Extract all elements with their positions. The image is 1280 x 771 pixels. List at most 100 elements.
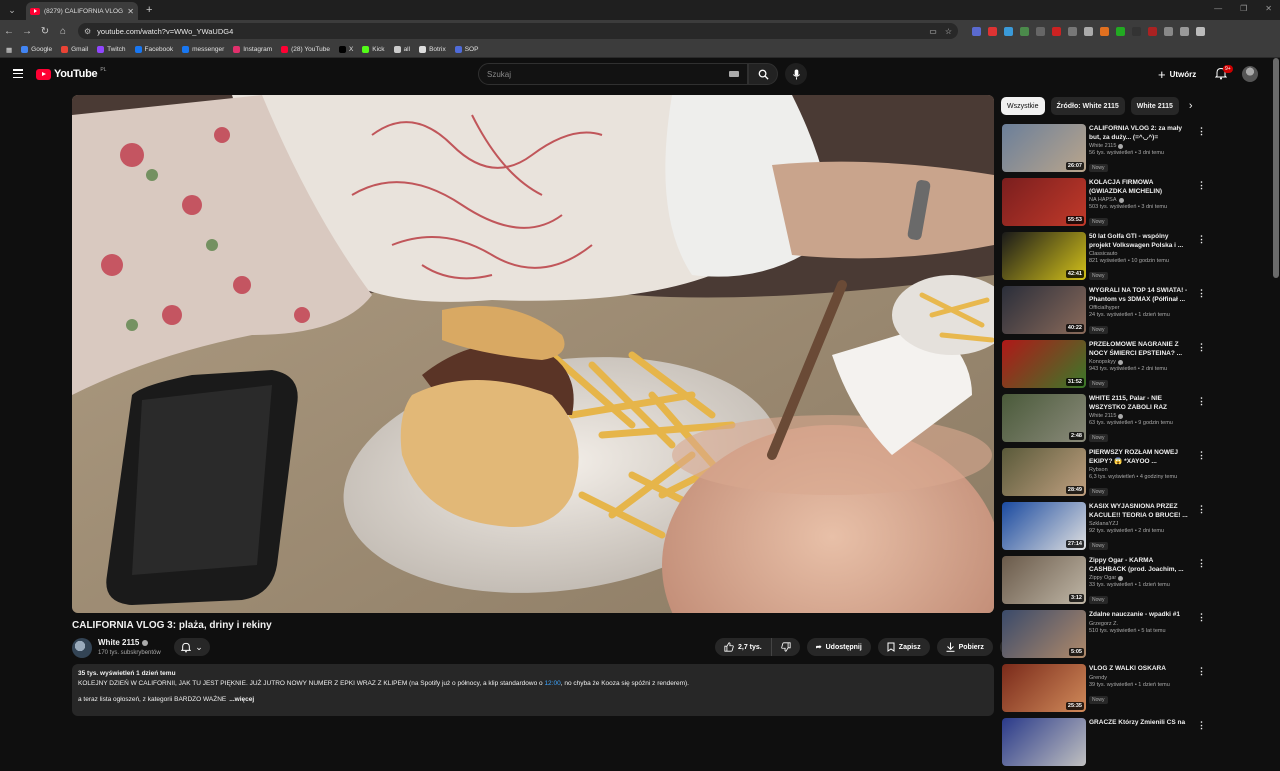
dislike-button[interactable]	[771, 638, 800, 656]
channel-name-link[interactable]: White 2115	[1089, 413, 1189, 419]
channel-name-link[interactable]: White 2115	[1089, 143, 1189, 149]
video-thumbnail[interactable]: 42:41	[1002, 232, 1086, 280]
video-title-link[interactable]: KOLACJA FIRMOWA (GWIAZDKA MICHELIN)	[1089, 179, 1189, 196]
channel-name-link[interactable]: Grzegorz Z.	[1089, 621, 1189, 627]
bookmark-item[interactable]: Google	[21, 46, 52, 53]
recommended-video[interactable]: 25:35 VLOG Z WALKI OSKARA Grendy 39 tys. wy…	[1001, 663, 1211, 717]
more-vertical-icon[interactable]: ⋮	[1197, 126, 1206, 137]
scrollbar[interactable]	[1273, 58, 1279, 278]
more-vertical-icon[interactable]: ⋮	[1197, 450, 1206, 461]
bookmark-item[interactable]: Twitch	[97, 46, 126, 53]
recommended-video[interactable]: 3:12 Zippy Ogar - KARMA CASHBACK (prod. J…	[1001, 555, 1211, 609]
recommended-video[interactable]: 5:05 Zdalne nauczanie - wpadki #1 Grzegorz…	[1001, 609, 1211, 663]
chip-channel[interactable]: White 2115	[1130, 97, 1179, 115]
extension-icon[interactable]	[988, 26, 997, 36]
bookmark-item[interactable]: Facebook	[134, 46, 173, 53]
video-title-link[interactable]: PIERWSZY ROZŁAM NOWEJ EKIPY? 😱 *XAYOO ..…	[1089, 449, 1189, 466]
more-vertical-icon[interactable]: ⋮	[1197, 666, 1206, 677]
extension-icon[interactable]	[1068, 26, 1077, 36]
recommended-video[interactable]: 28:49 PIERWSZY ROZŁAM NOWEJ EKIPY? 😱 *XAY…	[1001, 447, 1211, 501]
video-thumbnail[interactable]: 26:07	[1002, 124, 1086, 172]
reload-icon[interactable]: ↻	[36, 26, 54, 37]
video-thumbnail[interactable]: 40:22	[1002, 286, 1086, 334]
channel-name-link[interactable]: Classicauto	[1089, 251, 1189, 257]
bookmark-item[interactable]: Botrix	[419, 46, 446, 53]
extension-icon[interactable]	[972, 26, 981, 36]
home-icon[interactable]: ⌂	[54, 26, 72, 37]
back-icon[interactable]: ←	[0, 26, 18, 37]
video-title-link[interactable]: 50 lat Golfa GTI - wspólny projekt Volks…	[1089, 233, 1189, 250]
video-thumbnail[interactable]: 31:52	[1002, 340, 1086, 388]
more-vertical-icon[interactable]: ⋮	[1197, 234, 1206, 245]
video-title-link[interactable]: Zdalne nauczanie - wpadki #1	[1089, 611, 1189, 620]
recommended-video[interactable]: 2:48 WHITE 2115, Palar - NIE WSZYSTKO ZAB…	[1001, 393, 1211, 447]
browser-tab-active[interactable]: (8279) CALIFORNIA VLOG 3: pla ✕	[26, 2, 138, 20]
close-tab-icon[interactable]: ✕	[127, 7, 134, 16]
extension-icon[interactable]	[1084, 26, 1093, 36]
video-thumbnail[interactable]: 27:14	[1002, 502, 1086, 550]
minimize-icon[interactable]: —	[1214, 4, 1222, 13]
bookmark-item[interactable]: messenger	[182, 46, 224, 53]
channel-avatar[interactable]	[72, 638, 92, 658]
recommended-video[interactable]: 42:41 50 lat Golfa GTI - wspólny projekt …	[1001, 231, 1211, 285]
channel-name-link[interactable]: Rybson	[1089, 467, 1189, 473]
close-window-icon[interactable]: ✕	[1265, 4, 1272, 13]
more-vertical-icon[interactable]: ⋮	[1197, 288, 1206, 299]
account-avatar[interactable]	[1242, 66, 1258, 82]
chip-all[interactable]: Wszystkie	[1001, 97, 1045, 115]
video-title-link[interactable]: Zippy Ogar - KARMA CASHBACK (prod. Joach…	[1089, 557, 1189, 574]
apps-icon[interactable]: ▦	[6, 46, 12, 54]
new-tab-button[interactable]: +	[146, 4, 152, 16]
save-button[interactable]: Zapisz	[877, 638, 930, 656]
more-vertical-icon[interactable]: ⋮	[1197, 504, 1206, 515]
video-thumbnail[interactable]: 55:53	[1002, 178, 1086, 226]
like-button[interactable]: 2,7 tys.	[715, 638, 772, 656]
recommended-video[interactable]: 31:52 PRZEŁOMOWE NAGRANIE Z NOCY ŚMIERCI …	[1001, 339, 1211, 393]
browser-menu-icon[interactable]	[1196, 26, 1205, 36]
video-player[interactable]	[72, 95, 994, 613]
more-vertical-icon[interactable]: ⋮	[1197, 612, 1206, 623]
channel-name-link[interactable]: Konopskyy	[1089, 359, 1189, 365]
search-input[interactable]	[487, 69, 717, 79]
extension-icon[interactable]	[1004, 26, 1013, 36]
video-thumbnail[interactable]: 3:12	[1002, 556, 1086, 604]
video-thumbnail[interactable]	[1002, 718, 1086, 766]
cast-icon[interactable]: ▭	[929, 27, 937, 36]
extension-icon[interactable]	[1116, 26, 1125, 36]
bookmark-item[interactable]: SOP	[454, 46, 478, 53]
extension-icon[interactable]	[1036, 26, 1045, 36]
create-button[interactable]: + Utwórz	[1158, 67, 1196, 82]
extension-icon[interactable]	[1100, 26, 1109, 36]
video-title-link[interactable]: PRZEŁOMOWE NAGRANIE Z NOCY ŚMIERCI EPSTE…	[1089, 341, 1189, 358]
extension-icon[interactable]	[1020, 26, 1029, 36]
channel-name-link[interactable]: NA HAPSA	[1089, 197, 1189, 203]
youtube-logo[interactable]: YouTube PL	[36, 67, 106, 80]
subscribed-notifications-button[interactable]: ⌄	[174, 638, 210, 656]
video-thumbnail[interactable]: 25:35	[1002, 664, 1086, 712]
recommended-video[interactable]: GRACZE Którzy Zmienili CS na ⋮	[1001, 717, 1211, 771]
channel-name-link[interactable]: Officialhyper	[1089, 305, 1189, 311]
video-title-link[interactable]: WHITE 2115, Palar - NIE WSZYSTKO ZABOLI …	[1089, 395, 1189, 412]
bookmark-star-icon[interactable]: ☆	[945, 27, 952, 36]
bookmark-item[interactable]: Kick	[362, 46, 385, 53]
bookmark-item[interactable]: Instagram	[233, 46, 272, 53]
recommended-video[interactable]: 55:53 KOLACJA FIRMOWA (GWIAZDKA MICHELIN)…	[1001, 177, 1211, 231]
forward-icon[interactable]: →	[18, 26, 36, 37]
bookmark-item[interactable]: all	[393, 46, 410, 53]
site-info-icon[interactable]: ⚙	[84, 27, 91, 36]
extension-icon[interactable]	[1052, 26, 1061, 36]
bookmark-item[interactable]: (28) YouTube	[281, 46, 330, 53]
chip-source-channel[interactable]: Źródło: White 2115	[1050, 97, 1125, 115]
more-vertical-icon[interactable]: ⋮	[1197, 342, 1206, 353]
show-more-link[interactable]: ...więcej	[229, 696, 254, 703]
channel-name-link[interactable]: Zippy Ogar	[1089, 575, 1189, 581]
maximize-icon[interactable]: ❐	[1240, 4, 1247, 13]
recommended-video[interactable]: 26:07 CALIFORNIA VLOG 2: za mały but, za …	[1001, 123, 1211, 177]
video-thumbnail[interactable]: 5:05	[1002, 610, 1086, 658]
extensions-puzzle-icon[interactable]	[1164, 26, 1173, 36]
video-title-link[interactable]: WYGRALI NA TOP 14 ŚWIATA! - Phantom vs 3…	[1089, 287, 1189, 304]
search-button[interactable]	[748, 63, 778, 85]
video-title-link[interactable]: GRACZE Którzy Zmienili CS na	[1089, 719, 1189, 728]
tab-search-icon[interactable]: ⌄	[4, 3, 20, 17]
download-button[interactable]: Pobierz	[936, 638, 993, 656]
